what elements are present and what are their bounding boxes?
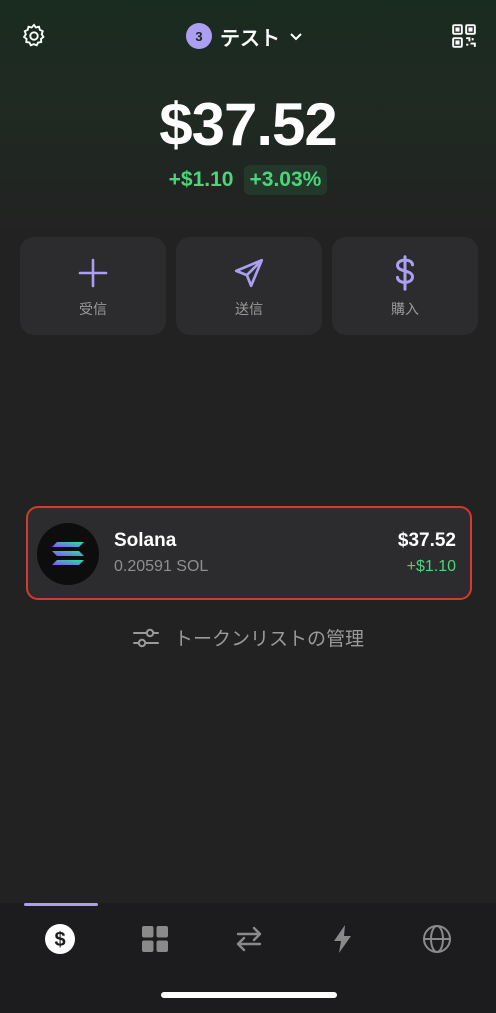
send-icon [234,258,264,288]
dollar-circle-icon: $ [45,924,75,954]
total-balance: $37.52 [159,91,338,158]
account-name: テスト [220,27,280,50]
qr-code-button[interactable] [448,20,480,52]
sliders-icon [132,628,159,647]
tab-browser[interactable] [419,921,455,957]
account-badge: 3 [186,23,212,49]
lightning-icon [334,925,351,953]
send-label: 送信 [235,301,263,317]
plus-icon [78,258,108,288]
tab-collectibles[interactable] [137,921,173,957]
balance-change: +$1.10 +3.03% [0,165,496,195]
token-name: Solana [114,530,177,551]
send-button[interactable]: 送信 [176,237,322,335]
receive-label: 受信 [79,301,107,317]
buy-label: 購入 [391,301,419,317]
header: 3 テスト [0,0,496,70]
dollar-icon [395,255,415,291]
manage-token-list-label: トークンリストの管理 [173,629,364,650]
balance-change-amount: +$1.10 [168,168,234,191]
tab-activity[interactable] [325,921,361,957]
globe-icon [423,925,451,953]
token-value: $37.52 [397,530,456,551]
active-tab-indicator [24,903,98,906]
tab-swap[interactable] [231,921,267,957]
manage-token-list-button[interactable]: トークンリストの管理 [0,624,496,651]
svg-text:$: $ [54,929,65,951]
token-row-solana[interactable]: Solana 0.20591 SOL $37.52 +$1.10 [26,506,472,600]
chevron-down-icon [290,33,302,41]
settings-button[interactable] [18,20,50,52]
swap-icon [236,926,262,952]
account-selector[interactable]: 3 テスト [186,22,304,50]
tab-wallet[interactable]: $ [42,921,78,957]
solana-logo-icon [37,523,99,585]
token-change: +$1.10 [406,558,456,575]
balance-change-percent: +3.03% [243,165,328,195]
receive-button[interactable]: 受信 [20,237,166,335]
home-indicator [161,992,337,998]
buy-button[interactable]: 購入 [332,237,478,335]
gear-icon [22,23,45,47]
token-amount: 0.20591 SOL [114,558,209,575]
action-buttons: 受信 送信 購入 [20,237,478,335]
qr-code-icon [452,24,476,48]
grid-icon [142,926,168,952]
